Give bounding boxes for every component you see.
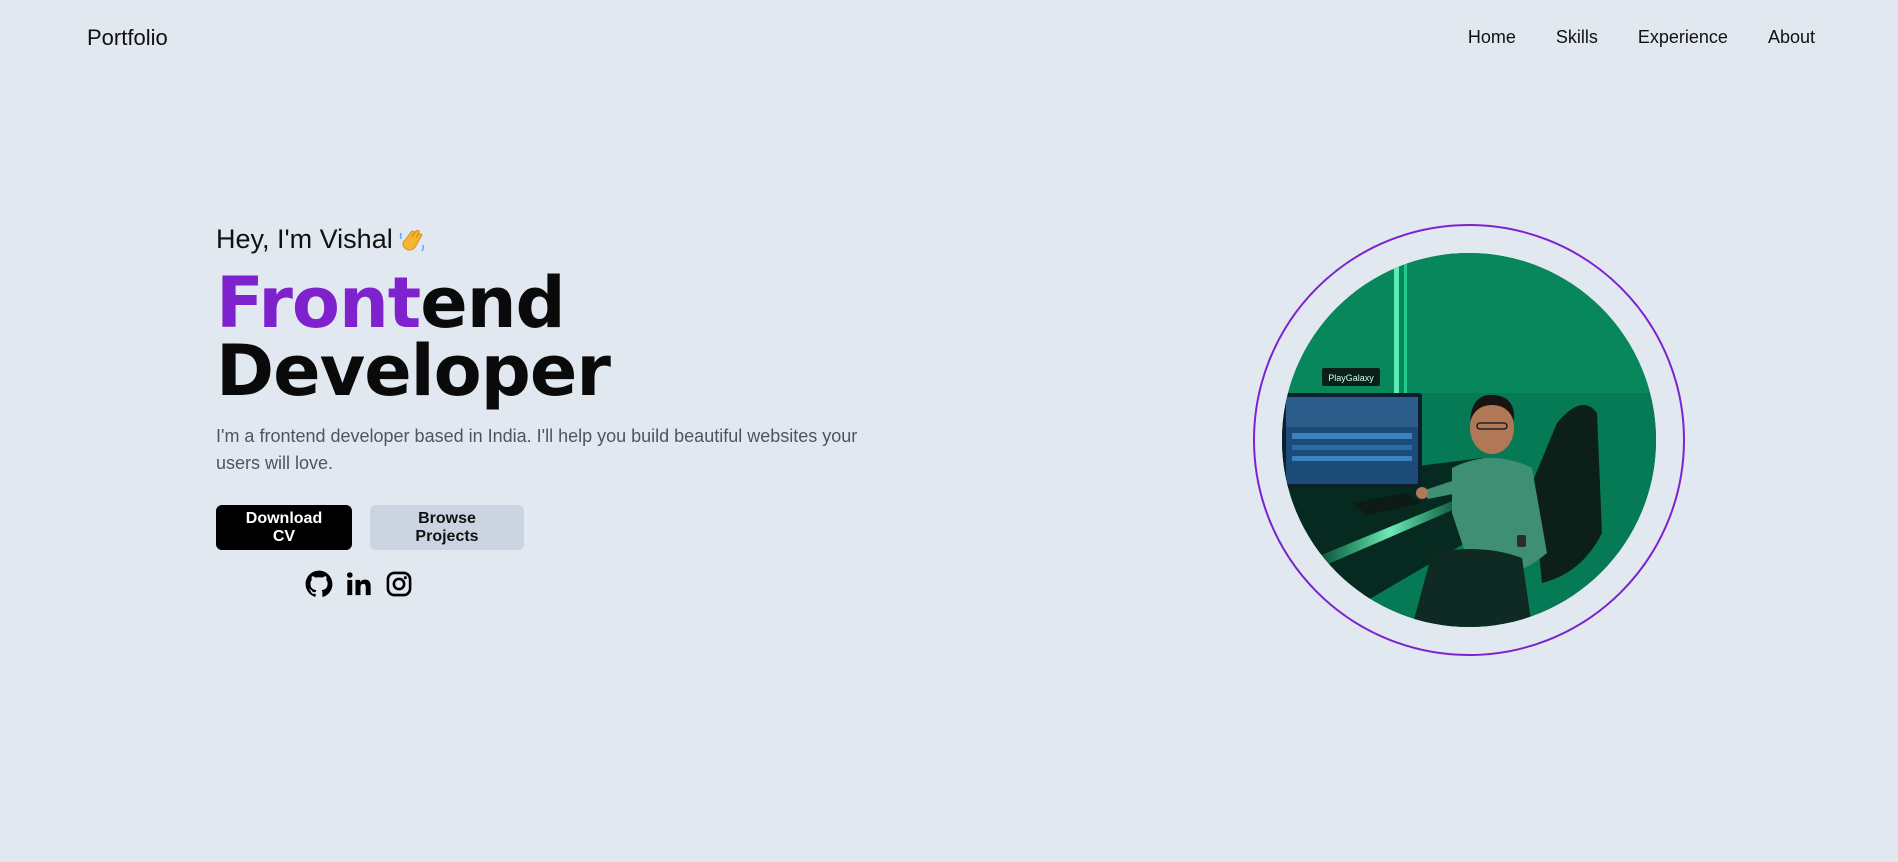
linkedin-icon[interactable] [345,570,373,598]
github-icon[interactable] [305,570,333,598]
cta-buttons: Download CV Browse Projects [216,505,876,550]
hero-intro: Hey, I'm Vishal Frontend Developer I'm a… [216,224,876,598]
greeting-text: Hey, I'm Vishal [216,224,393,254]
page-title: Frontend Developer [216,268,876,406]
nav-about[interactable]: About [1768,27,1815,48]
social-links [305,570,876,598]
nav-skills[interactable]: Skills [1556,27,1598,48]
nav-experience[interactable]: Experience [1638,27,1728,48]
instagram-icon[interactable] [385,570,413,598]
page: Portfolio Home Skills Experience About H… [0,0,1898,862]
brand-logo[interactable]: Portfolio [87,25,168,51]
sign-text: PlayGalaxy [1328,373,1374,383]
waving-hand-icon [397,225,427,255]
intro-text: I'm a frontend developer based in India.… [216,426,858,473]
profile-photo: PlayGalaxy [1282,253,1656,627]
download-cv-button[interactable]: Download CV [216,505,352,550]
greeting: Hey, I'm Vishal [216,224,876,255]
browse-projects-button[interactable]: Browse Projects [370,505,524,550]
title-line-2: Developer [216,330,611,412]
nav-home[interactable]: Home [1468,27,1516,48]
main-nav: Home Skills Experience About [1468,27,1815,48]
